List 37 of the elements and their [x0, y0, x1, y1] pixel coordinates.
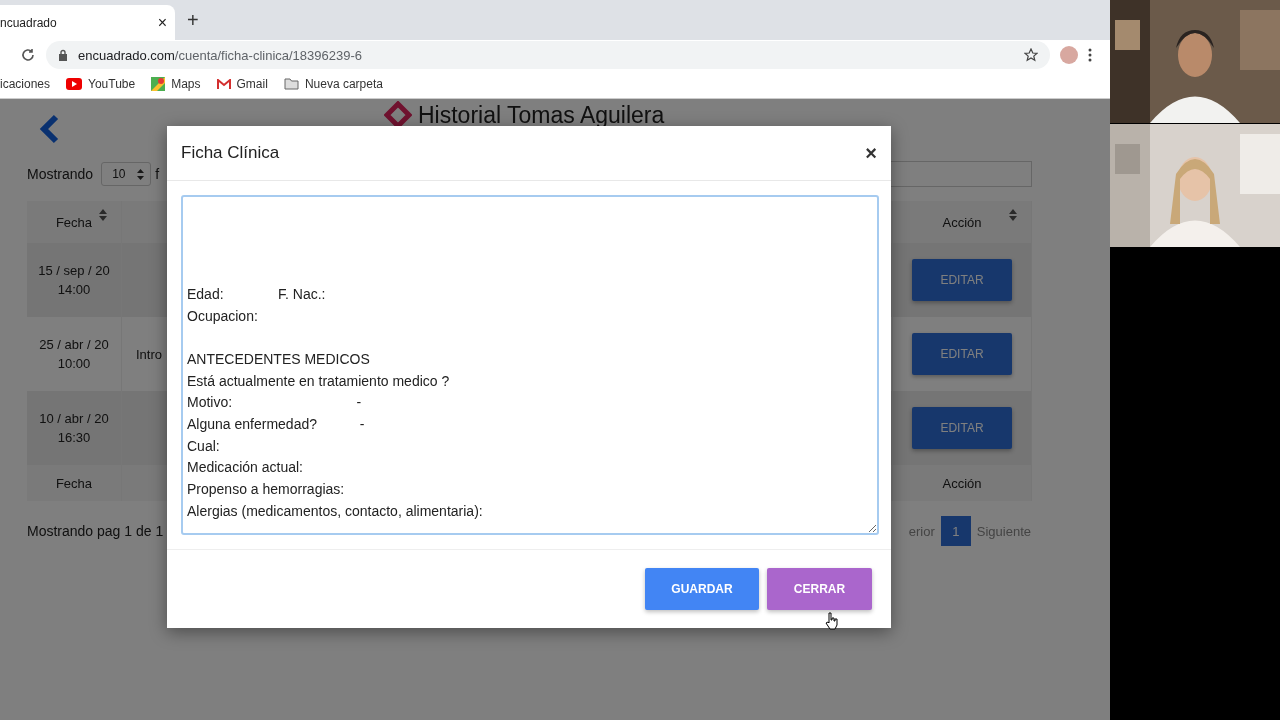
- address-bar[interactable]: encuadrado.com/cuenta/ficha-clinica/18396239-6: [46, 41, 1050, 69]
- sort-icon: [1009, 209, 1017, 221]
- bookmark-item[interactable]: Maps: [151, 77, 201, 91]
- tab-title: ncuadrado: [0, 16, 57, 30]
- browser-tab[interactable]: ncuadrado ×: [0, 5, 175, 41]
- reload-icon[interactable]: [20, 47, 36, 63]
- page-summary: Mostrando pag 1 de 1: [27, 523, 164, 539]
- diamond-logo-icon: [384, 101, 412, 129]
- close-button[interactable]: CERRAR: [767, 568, 872, 610]
- page-title: Historial Tomas Aguilera: [418, 101, 665, 129]
- map-pin-icon: [151, 77, 166, 91]
- close-button[interactable]: ×: [865, 141, 877, 165]
- star-icon[interactable]: [1024, 48, 1038, 62]
- show-label: Mostrando: [27, 166, 94, 182]
- new-tab-button[interactable]: +: [187, 9, 199, 32]
- play-icon: [66, 78, 83, 90]
- bookmark-item[interactable]: Gmail: [216, 77, 268, 91]
- column-footer: Acción: [893, 465, 1032, 501]
- bookmark-item[interactable]: icaciones: [0, 77, 51, 91]
- sort-icon: [99, 209, 107, 221]
- modal-title: Ficha Clínica: [181, 143, 280, 163]
- show-suffix: f: [155, 166, 160, 182]
- table-cell: 15 / sep / 20 14:00: [27, 243, 122, 317]
- bookmark-item[interactable]: Nueva carpeta: [283, 77, 383, 91]
- lock-icon: [58, 49, 68, 61]
- mail-icon: [216, 78, 231, 90]
- column-footer: Fecha: [27, 465, 122, 501]
- url-text: encuadrado.com/cuenta/ficha-clinica/18396239-6: [78, 47, 364, 63]
- sort-arrows-icon: [137, 168, 145, 180]
- notes-field[interactable]: Edad: F. Nac.: Ocupacion: ANTECEDENTES MEDICOS Está actualmente en tratamiento medico ? Motivo: - Alguna enfermedad? - Cual: Medicación actual: Propenso a hemorragias: Alergias (medicamentos, contacto, alimentaria):: [181, 195, 879, 535]
- table-cell: Intro: [136, 346, 162, 362]
- bookmark-item[interactable]: YouTube: [66, 77, 136, 91]
- close-icon[interactable]: ×: [157, 14, 167, 32]
- folder-icon: [283, 78, 299, 90]
- menu-icon[interactable]: [1088, 48, 1092, 62]
- page-size-select[interactable]: 10: [101, 162, 152, 186]
- save-button[interactable]: GUARDAR: [645, 568, 759, 610]
